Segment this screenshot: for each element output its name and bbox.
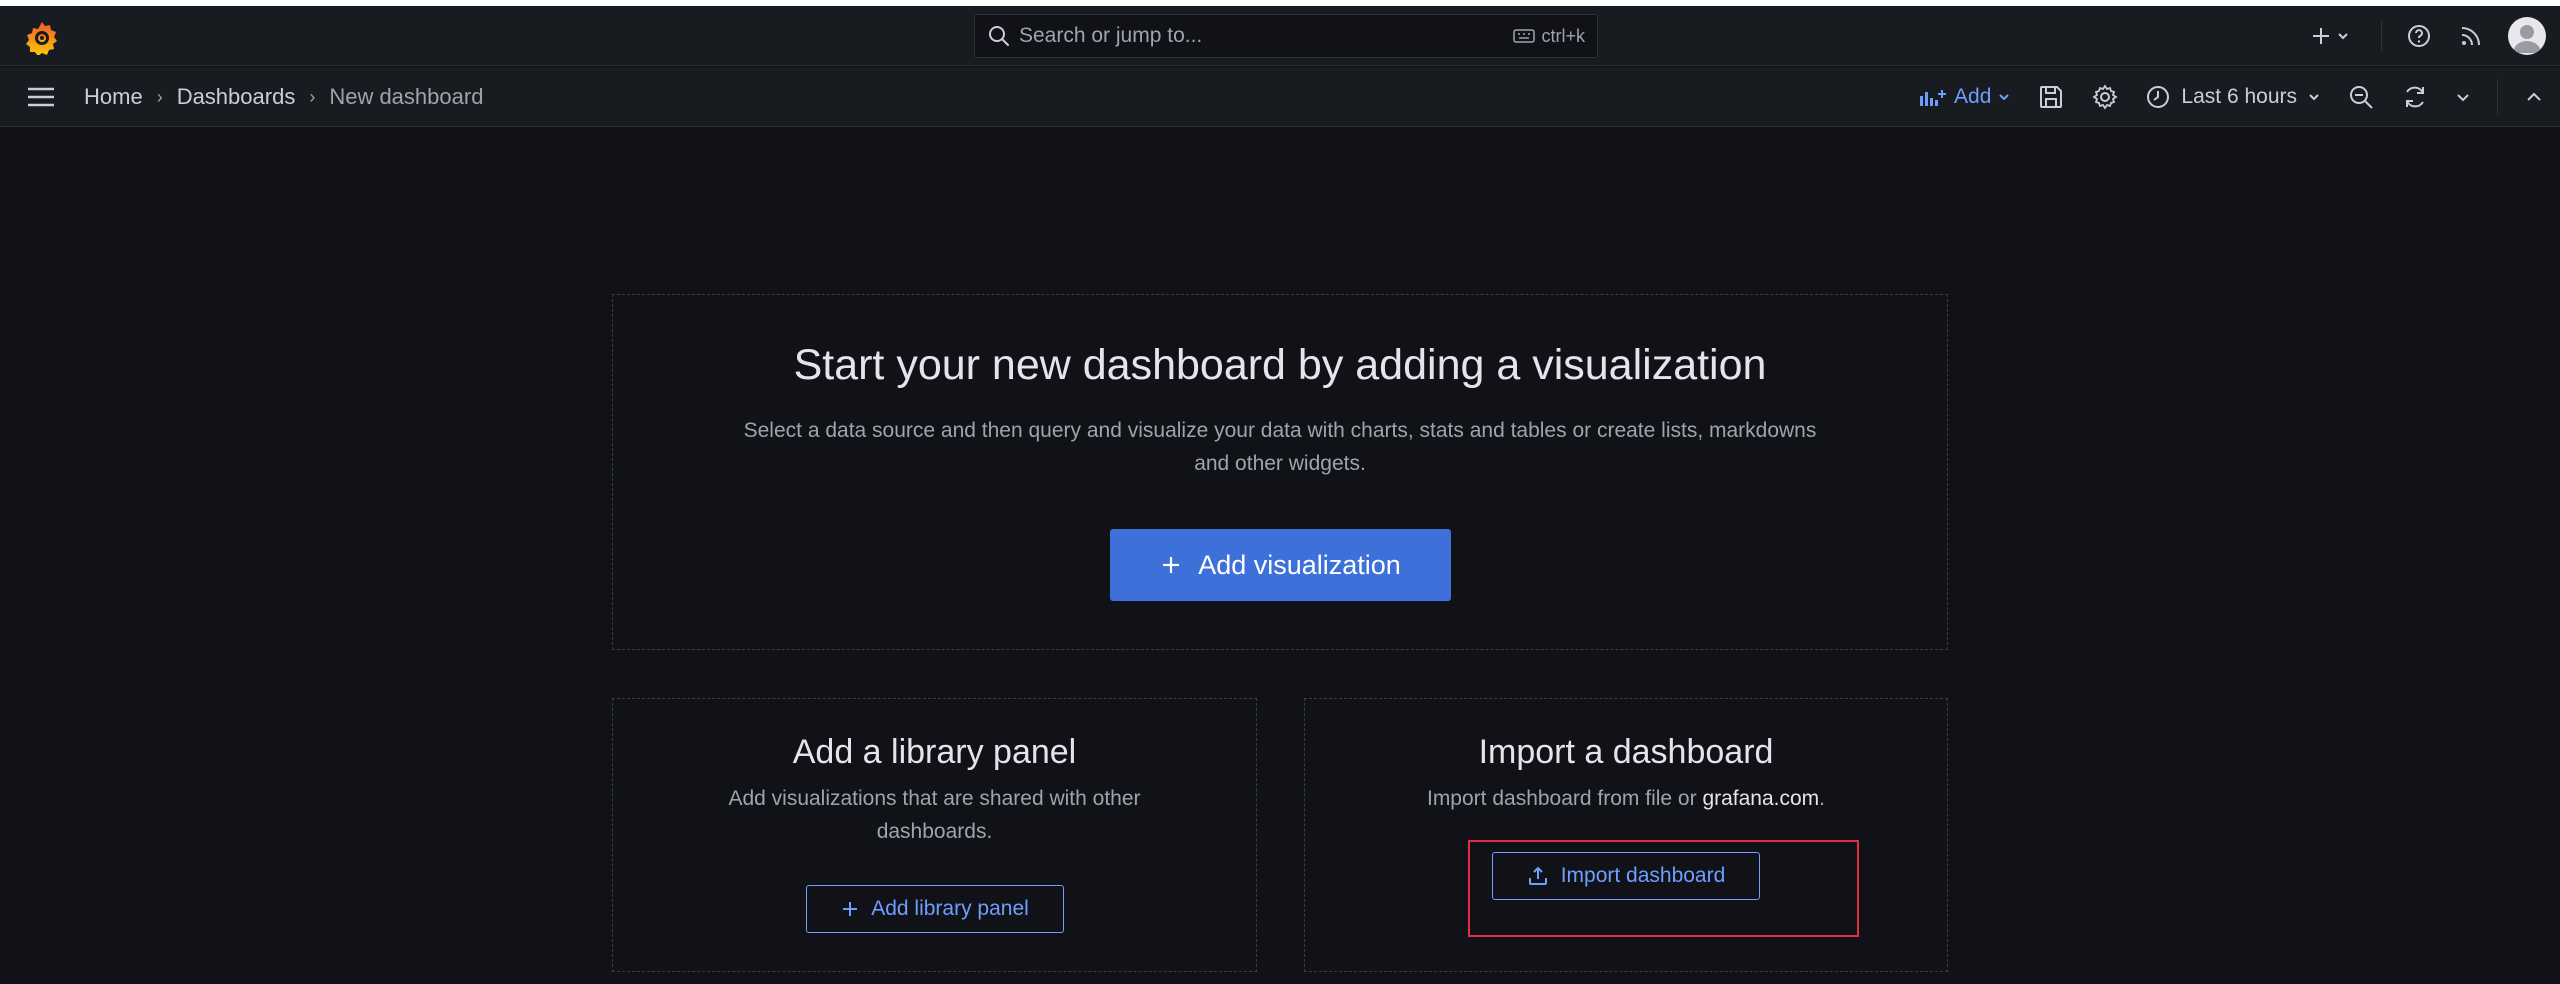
add-button[interactable]: Add — [1918, 85, 2011, 109]
new-menu-button[interactable] — [2309, 21, 2359, 51]
add-button-label: Add — [1954, 85, 1992, 108]
time-range-label: Last 6 hours — [2181, 85, 2297, 108]
plus-icon — [843, 902, 858, 916]
search-icon — [989, 26, 1009, 46]
add-visualization-label: Add visualization — [1198, 549, 1401, 580]
library-card-description: Add visualizations that are shared with … — [728, 787, 1141, 843]
grafana-com-link[interactable]: grafana.com — [1702, 787, 1819, 810]
top-bar-actions — [2309, 14, 2546, 58]
chevron-down-icon — [1999, 94, 2010, 101]
divider — [2497, 79, 2498, 115]
refresh-interval-chevron-icon[interactable] — [2455, 89, 2471, 105]
search-shortcut-label: ctrl+k — [1541, 25, 1585, 46]
dashboard-nav-bar: Home › Dashboards › New dashboard Add La… — [0, 67, 2560, 127]
breadcrumb-current: New dashboard — [329, 84, 484, 109]
divider — [2381, 21, 2382, 51]
import-card-title: Import a dashboard — [1478, 733, 1774, 771]
grafana-logo-icon[interactable] — [24, 19, 60, 55]
chevron-down-icon — [2309, 94, 2319, 101]
search-shortcut: ctrl+k — [1513, 26, 1585, 47]
chevron-up-icon[interactable] — [2524, 87, 2544, 107]
hero-title: Start your new dashboard by adding a vis… — [793, 341, 1767, 389]
news-button[interactable] — [2456, 21, 2486, 51]
breadcrumb-home[interactable]: Home — [84, 84, 143, 110]
user-icon — [2513, 25, 2541, 53]
dashboard-toolbar: Add Last 6 hours — [1918, 67, 2544, 127]
search-placeholder: Search or jump to... — [1019, 24, 1203, 47]
search-input[interactable]: Search or jump to... ctrl+k — [974, 14, 1598, 58]
add-library-panel-label: Add library panel — [871, 897, 1029, 920]
plus-chevron-icon — [2313, 28, 2348, 44]
plus-icon — [1163, 557, 1180, 573]
chevron-right-icon: › — [309, 86, 316, 107]
keyboard-icon — [1513, 29, 1536, 43]
breadcrumb-dashboards[interactable]: Dashboards — [177, 84, 296, 110]
rss-icon — [2461, 27, 2480, 46]
help-button[interactable] — [2404, 21, 2434, 51]
highlight-box — [1468, 840, 1859, 937]
add-visualization-section: Start your new dashboard by adding a vis… — [612, 294, 1948, 650]
hero-description: Select a data source and then query and … — [743, 419, 1817, 475]
help-icon — [2408, 25, 2430, 47]
top-bar: Search or jump to... ctrl+k — [0, 6, 2560, 66]
library-panel-card: Add a library panel Add visualizations t… — [612, 698, 1257, 972]
add-library-panel-button[interactable]: Add library panel — [806, 885, 1064, 933]
gear-icon[interactable] — [2091, 83, 2119, 111]
import-description-text: Import dashboard from file or — [1426, 787, 1703, 810]
clock-icon — [2147, 86, 2170, 108]
refresh-icon[interactable] — [2401, 83, 2429, 111]
zoom-out-icon[interactable] — [2347, 83, 2375, 111]
save-icon[interactable] — [2037, 83, 2065, 111]
add-panel-icon — [1920, 90, 1947, 106]
import-description-suffix: . — [1819, 787, 1826, 810]
breadcrumb: Home › Dashboards › New dashboard — [84, 67, 483, 127]
time-range-picker[interactable]: Last 6 hours — [2145, 84, 2321, 110]
chevron-right-icon: › — [156, 86, 163, 107]
import-card-description: Import dashboard from file or grafana.co… — [1305, 782, 1947, 815]
menu-icon[interactable] — [26, 85, 56, 109]
user-avatar[interactable] — [2508, 17, 2546, 55]
add-visualization-button[interactable]: Add visualization — [1110, 529, 1451, 601]
library-card-title: Add a library panel — [792, 733, 1077, 771]
